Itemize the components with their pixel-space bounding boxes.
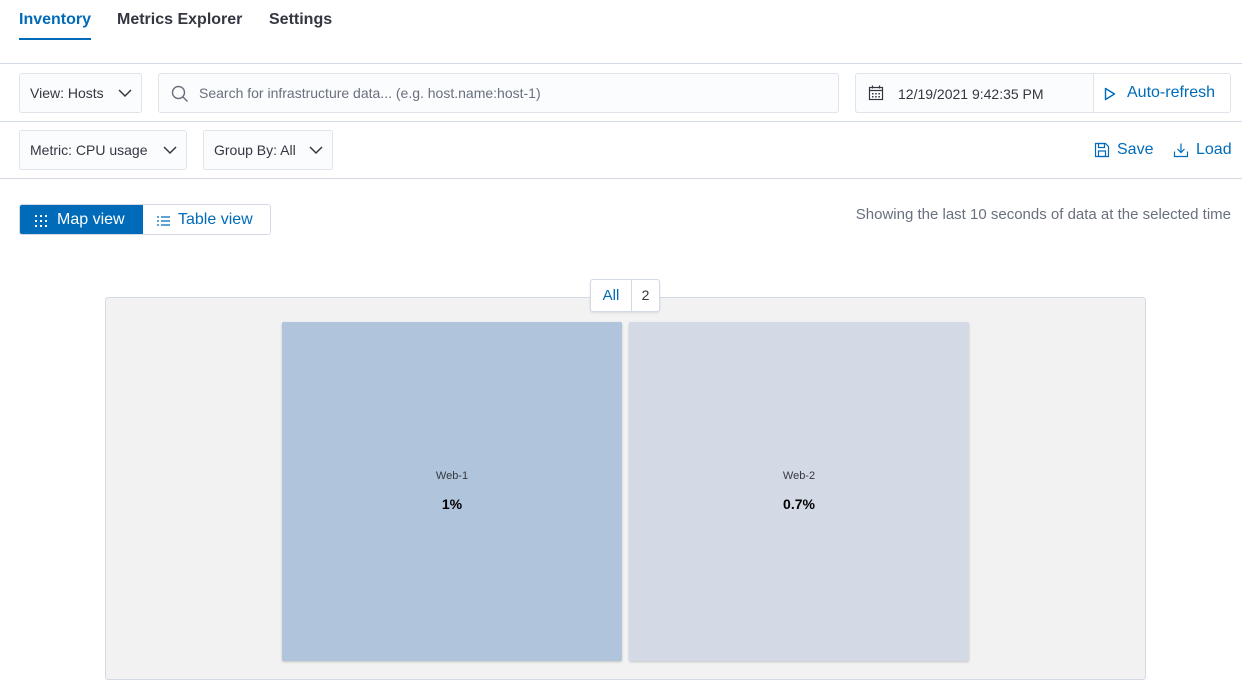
list-icon	[157, 216, 170, 226]
date-value: 12/19/2021 9:42:35 PM	[898, 86, 1044, 102]
tab-metrics-explorer[interactable]: Metrics Explorer	[117, 10, 242, 40]
top-tabs: Inventory Metrics Explorer Settings	[0, 0, 1242, 64]
table-view-button[interactable]: Table view	[143, 205, 270, 234]
waffle-map	[105, 297, 1146, 680]
view-select[interactable]: View: Hosts	[19, 73, 142, 113]
search-toolbar: View: Hosts Search for infrastructure da…	[0, 65, 1242, 122]
save-icon	[1094, 142, 1110, 158]
group-count: 2	[631, 280, 659, 311]
view-toggle: Map view Table view	[19, 204, 271, 235]
search-placeholder: Search for infrastructure data... (e.g. …	[199, 85, 541, 101]
save-button[interactable]: Save	[1094, 138, 1158, 162]
time-range-status: Showing the last 10 seconds of data at t…	[855, 206, 1231, 223]
group-by-select[interactable]: Group By: All	[203, 130, 333, 170]
table-view-label: Table view	[178, 211, 253, 228]
filter-toolbar: Metric: CPU usage Group By: All Save Loa…	[0, 122, 1242, 179]
host-node-name: Web-2	[782, 470, 816, 482]
load-label: Load	[1196, 141, 1232, 158]
apps-grid-icon	[35, 215, 47, 227]
map-view-button[interactable]: Map view	[20, 205, 143, 234]
load-button[interactable]: Load	[1173, 138, 1237, 162]
chevron-down-icon	[118, 89, 132, 98]
map-view-label: Map view	[57, 211, 125, 228]
view-select-label: View: Hosts	[30, 85, 104, 101]
search-icon	[171, 85, 188, 102]
search-input[interactable]: Search for infrastructure data... (e.g. …	[158, 73, 839, 113]
host-node-value: 0.7%	[783, 496, 815, 512]
group-label[interactable]: All 2	[590, 279, 660, 312]
tab-inventory[interactable]: Inventory	[19, 10, 92, 40]
group-by-select-label: Group By: All	[214, 142, 296, 158]
group-name: All	[602, 287, 620, 304]
host-node-value: 1%	[441, 496, 463, 512]
play-icon	[1104, 87, 1116, 101]
host-node[interactable]: Web-1 1%	[282, 322, 622, 661]
metric-select[interactable]: Metric: CPU usage	[19, 130, 187, 170]
host-node[interactable]: Web-2 0.7%	[629, 322, 969, 661]
auto-refresh-label: Auto-refresh	[1127, 84, 1216, 101]
date-picker[interactable]: 12/19/2021 9:42:35 PM	[855, 73, 1093, 113]
auto-refresh-button[interactable]: Auto-refresh	[1093, 73, 1231, 113]
tab-settings[interactable]: Settings	[269, 10, 332, 40]
calendar-icon	[868, 85, 884, 101]
chevron-down-icon	[309, 146, 323, 155]
chevron-down-icon	[163, 146, 177, 155]
host-node-name: Web-1	[435, 470, 469, 482]
metric-select-label: Metric: CPU usage	[30, 142, 148, 158]
save-label: Save	[1117, 141, 1154, 158]
download-icon	[1173, 143, 1189, 158]
